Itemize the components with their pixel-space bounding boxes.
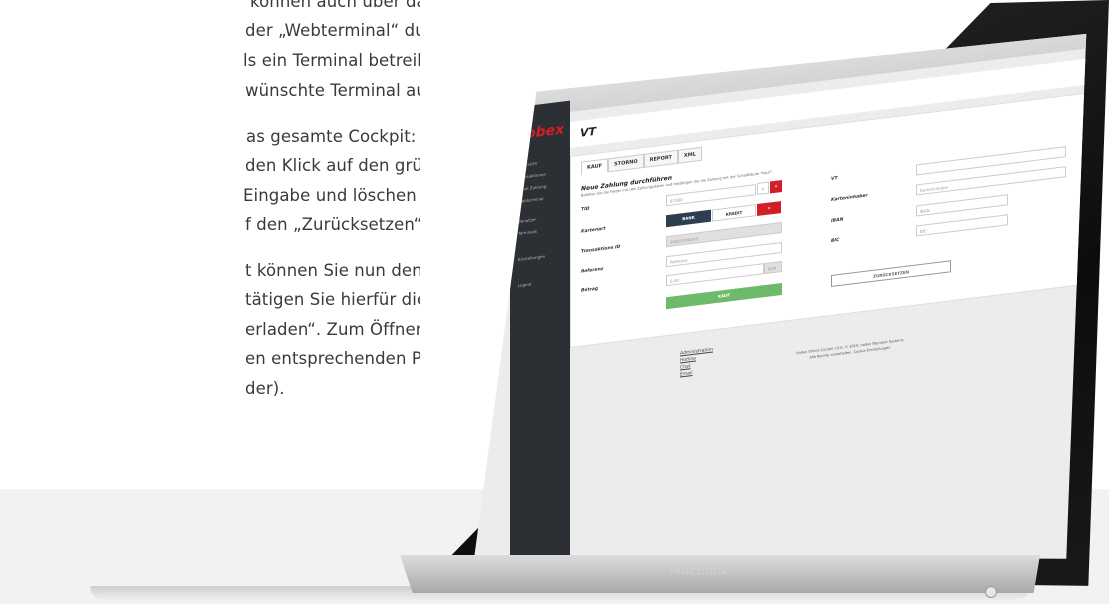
betrag-label: Betrag <box>581 286 599 294</box>
sidebar-item[interactable]: Logout <box>518 281 532 288</box>
tab-report[interactable]: REPORT <box>643 149 678 168</box>
referenz-label: Referenz <box>581 266 604 275</box>
article-line: t können Sie nun den Beleg als PDF <box>245 261 420 280</box>
article-line: wünschte Terminal aus. <box>245 81 420 100</box>
tid-confirm-button[interactable]: ✓ <box>757 181 769 196</box>
tab-bar: KAUF STORNO REPORT XML <box>581 146 702 176</box>
article-line: tätigen Sie hierfür die Schaltfläche <box>245 290 420 309</box>
transaktions-id-label: Transaktions ID <box>581 244 621 255</box>
macbook-label: MacBook <box>670 564 729 579</box>
vt-label: VT <box>831 176 838 182</box>
tid-field[interactable]: 87000 <box>666 184 756 207</box>
sidebar-item[interactable]: Übersicht <box>518 161 537 168</box>
card-type-kredit-button[interactable]: KREDIT <box>712 204 756 222</box>
article-line: der). <box>245 379 285 398</box>
currency-field: EUR <box>764 260 782 275</box>
power-indicator <box>985 586 997 598</box>
brand-logo[interactable]: hobex <box>516 121 564 143</box>
article-line: können auch über das Menü über die Punkt… <box>250 0 420 11</box>
card-type-bank-button[interactable]: BANK <box>666 209 711 228</box>
reset-button[interactable]: ZURÜCKSETZEN <box>831 260 951 287</box>
article-line: en entsprechenden PDF Reader <box>245 349 420 368</box>
article-line: ls ein Terminal betreiben, wählen Sie im <box>243 51 420 70</box>
kartenart-label: Kartenart <box>581 226 606 235</box>
webterminal-ui: hobex.com/#/webterminal ADMINTUR_WEB ▾ h… <box>474 33 1087 559</box>
article-line: erladen“. Zum Öffnen der PDF-Datei <box>245 320 420 339</box>
betrag-field[interactable]: 0,00 <box>666 263 764 287</box>
sidebar-item[interactable]: Benutzer <box>518 217 536 224</box>
main-content: VT KAUF STORNO REPORT XML Neue Zahlung d… <box>570 34 1087 559</box>
article-line: as gesamte Cockpit: Bestätigen Sie <box>246 127 420 146</box>
sidebar-item[interactable]: Webterminal <box>518 196 543 204</box>
address-bar[interactable]: hobex.com/#/webterminal <box>670 33 910 60</box>
footer-copyright: hobex Online Cockpit v3.0, © 2019, hobex… <box>780 335 920 364</box>
article-line: den Klick auf den grünen Button oder <box>245 156 420 175</box>
karteninhaber-label: Karteninhaber <box>831 193 868 203</box>
laptop-screen-bezel: hobex.com/#/webterminal ADMINTUR_WEB ▾ h… <box>420 0 1109 604</box>
article-line: der „Webterminal“ durchgeführt werden. <box>245 21 420 40</box>
iban-label: IBAN <box>831 217 844 224</box>
sidebar-item[interactable]: Einstellungen <box>518 254 545 262</box>
sidebar-item[interactable]: Neue Zahlung <box>518 184 546 192</box>
sidebar: hobex Übersicht Transaktionen Neue Zahlu… <box>510 100 570 559</box>
article-line: f den „Zurücksetzen“-Button. <box>245 215 420 234</box>
iban-field[interactable]: IBAN <box>916 194 1008 217</box>
card-type-clear-button[interactable]: ✕ <box>757 201 781 217</box>
tab-xml[interactable]: XML <box>677 146 702 164</box>
bic-label: BIC <box>831 237 840 244</box>
tid-label: TID <box>581 206 590 213</box>
footer-links: Administration Hotline Chat Email <box>680 346 713 378</box>
tab-storno[interactable]: STORNO <box>608 153 644 173</box>
page-title: VT <box>580 124 597 140</box>
tab-kauf[interactable]: KAUF <box>581 158 609 176</box>
tid-clear-button[interactable]: ✕ <box>770 179 782 194</box>
url-text: hobex.com/#/webterminal <box>763 34 817 47</box>
sidebar-item[interactable]: Transaktionen <box>518 172 546 180</box>
kauf-button[interactable]: KAUF <box>666 282 782 310</box>
bic-field[interactable]: BIC <box>916 214 1008 237</box>
sidebar-item[interactable]: Terminals <box>518 229 537 236</box>
article-line: Eingabe und löschen damit alle Felder <box>243 186 420 205</box>
